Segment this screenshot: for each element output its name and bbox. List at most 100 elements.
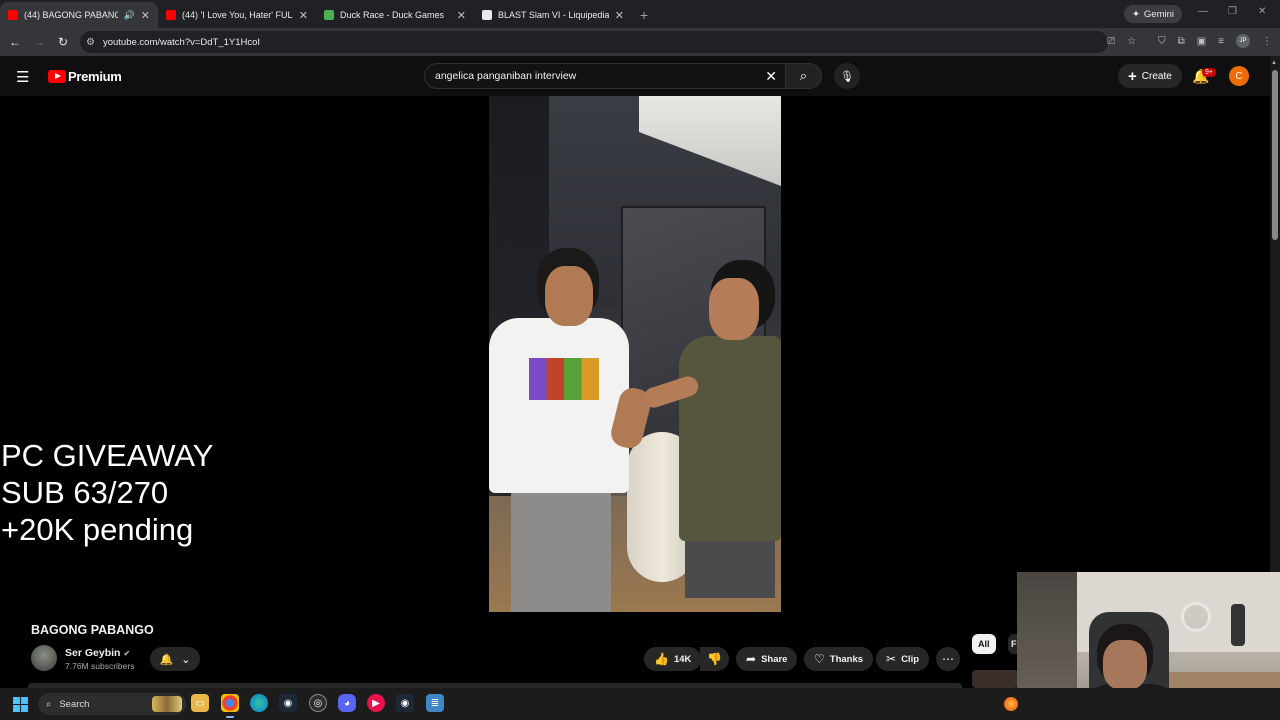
thanks-button[interactable]: ♡ Thanks: [804, 647, 874, 671]
thumbs-down-icon: 👎: [707, 652, 722, 666]
taskbar-search-label: Search: [59, 698, 90, 710]
back-icon[interactable]: ←: [3, 35, 27, 49]
voice-search-button[interactable]: 🎙: [834, 63, 860, 89]
gemini-button[interactable]: ✦ Gemini: [1123, 5, 1182, 23]
steam-alt-icon[interactable]: ◉: [396, 694, 414, 712]
gemini-label: Gemini: [1143, 8, 1174, 20]
scroll-up-icon[interactable]: ▲: [1271, 60, 1277, 66]
tray-app-icon[interactable]: [1004, 697, 1018, 711]
video-ceiling: [639, 96, 781, 186]
bell-icon: 🔔: [159, 653, 174, 666]
minimize-icon[interactable]: —: [1198, 6, 1208, 17]
create-label: Create: [1141, 70, 1172, 82]
dislike-button[interactable]: 👎: [700, 647, 729, 671]
video-title: BAGONG PABANGO: [31, 623, 154, 637]
extensions-puzzle-icon[interactable]: ⧉: [1178, 36, 1185, 47]
notepad-icon[interactable]: ≣: [426, 694, 444, 712]
youtube-masthead: ☰ Premium angelica panganiban interview …: [0, 56, 1270, 96]
speaker-icon[interactable]: 🔊: [124, 10, 135, 21]
forward-icon[interactable]: →: [27, 35, 51, 49]
close-tab-icon[interactable]: ✕: [141, 9, 150, 22]
discord-icon[interactable]: ◕: [338, 694, 356, 712]
notifications-badge: 9+: [1202, 68, 1216, 77]
steam-icon[interactable]: ◉: [279, 694, 297, 712]
browser-tab-strip: (44) BAGONG PABANGO - Y 🔊 ✕ (44) 'I Love…: [0, 0, 1280, 28]
like-button[interactable]: 👍 14K: [644, 647, 702, 671]
search-button[interactable]: ⌕: [786, 63, 822, 89]
close-tab-icon[interactable]: ✕: [299, 9, 308, 22]
site-info-icon[interactable]: ⚙: [86, 37, 95, 48]
related-video-thumbnail[interactable]: [972, 670, 1018, 688]
search-input[interactable]: angelica panganiban interview ✕: [424, 63, 786, 89]
windows-start-icon[interactable]: [13, 697, 28, 712]
thanks-heart-icon: ♡: [814, 652, 825, 666]
person-right-face: [709, 278, 759, 340]
maximize-icon[interactable]: ❐: [1228, 6, 1237, 17]
browser-tab-3[interactable]: Duck Race - Duck Games ✕: [316, 2, 474, 28]
browser-tab-4[interactable]: BLAST Slam VI - Liquipedia Dot ✕: [474, 2, 632, 28]
address-bar[interactable]: ⚙ youtube.com/watch?v=DdT_1Y1HcoI: [80, 31, 1108, 53]
video-frame[interactable]: [489, 96, 781, 612]
browser-tab-1[interactable]: (44) BAGONG PABANGO - Y 🔊 ✕: [0, 2, 158, 28]
gemini-sparkle-icon: ✦: [1131, 8, 1140, 20]
subscriber-count: 7.76M subscribers: [65, 661, 135, 671]
logo-text: Premium: [68, 69, 122, 84]
clip-label: Clip: [901, 653, 920, 665]
person-left-face: [545, 266, 593, 326]
toolbar-icons: ⎚ ☆ ⛉ ⧉ ▣ ≡ JP ⋮: [1107, 34, 1272, 48]
file-explorer-icon[interactable]: ▭: [191, 694, 209, 712]
channel-avatar[interactable]: [31, 645, 57, 671]
person-right-shirt: [679, 336, 781, 541]
reload-icon[interactable]: ↻: [51, 35, 75, 49]
duck-games-favicon-icon: [324, 10, 334, 20]
taskbar-search[interactable]: ⌕ Search: [38, 693, 186, 715]
hamburger-menu-icon[interactable]: ☰: [16, 68, 32, 86]
tab-title: BLAST Slam VI - Liquipedia Dot: [498, 10, 609, 20]
media-player-icon[interactable]: ▶: [367, 694, 385, 712]
edge-icon[interactable]: [250, 694, 268, 712]
youtube-play-icon: [48, 70, 66, 83]
windows-taskbar: ⌕ Search ▭ ◉ ◎ ◕ ▶ ◉ ≣: [0, 688, 1280, 720]
share-button[interactable]: ➦ Share: [736, 647, 798, 671]
youtube-favicon-icon: [166, 10, 176, 20]
close-tab-icon[interactable]: ✕: [615, 9, 624, 22]
create-button[interactable]: + Create: [1118, 64, 1182, 88]
microphone-icon: 🎙: [840, 70, 854, 83]
profile-avatar[interactable]: JP: [1236, 34, 1250, 48]
kebab-menu-icon[interactable]: ⋮: [1262, 36, 1272, 47]
overlay-line-3: +20K pending: [1, 512, 194, 547]
cast-icon[interactable]: ⎚: [1107, 36, 1115, 47]
clear-search-icon[interactable]: ✕: [765, 68, 777, 85]
obs-icon[interactable]: ◎: [309, 694, 327, 712]
thumbs-up-icon: 👍: [654, 652, 669, 666]
close-window-icon[interactable]: ✕: [1258, 6, 1266, 17]
browser-tab-2[interactable]: (44) 'I Love You, Hater' FULL M ✕: [158, 2, 316, 28]
person-left-pants: [511, 486, 611, 612]
scrollbar-thumb[interactable]: [1272, 70, 1278, 240]
channel-name[interactable]: Ser Geybin: [65, 647, 120, 659]
search-query: angelica panganiban interview: [435, 70, 577, 82]
scissors-icon: ✂: [886, 652, 897, 666]
chip-all[interactable]: All: [972, 634, 996, 654]
bookmark-star-icon[interactable]: ☆: [1127, 36, 1136, 47]
clip-button[interactable]: ✂ Clip: [876, 647, 930, 671]
youtube-premium-logo[interactable]: Premium: [48, 69, 122, 84]
more-actions-icon[interactable]: ⋯: [936, 647, 960, 671]
subscription-notifications-button[interactable]: 🔔 ⌄: [150, 647, 200, 671]
reading-list-icon[interactable]: ≡: [1218, 36, 1224, 47]
channel-name-row[interactable]: Ser Geybin ✔: [65, 647, 130, 659]
new-tab-button[interactable]: +: [632, 2, 656, 28]
tab-search-icon[interactable]: ▣: [1197, 36, 1206, 47]
giveaway-overlay: PC GIVEAWAY SUB 63/270 +20K pending: [1, 437, 213, 548]
thanks-label: Thanks: [829, 653, 864, 665]
share-arrow-icon: ➦: [746, 652, 757, 666]
account-avatar[interactable]: C: [1229, 66, 1249, 86]
overlay-line-1: PC GIVEAWAY: [1, 438, 214, 473]
browser-toolbar: ← → ↻ ⚙ youtube.com/watch?v=DdT_1Y1HcoI …: [0, 28, 1280, 56]
overlay-line-2: SUB 63/270: [1, 475, 169, 510]
shield-extension-icon[interactable]: ⛉: [1158, 36, 1166, 47]
close-tab-icon[interactable]: ✕: [457, 9, 466, 22]
like-count: 14K: [673, 653, 692, 665]
person-left-shirt: [489, 318, 629, 493]
chrome-icon[interactable]: [221, 694, 239, 712]
